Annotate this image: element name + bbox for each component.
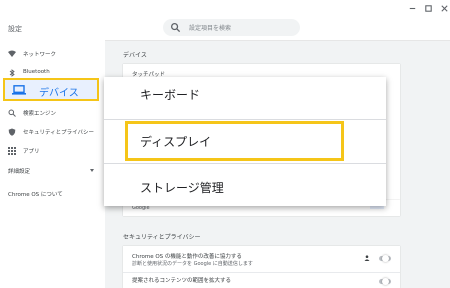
toggle-knob — [382, 255, 389, 262]
section-heading-privacy: セキュリティとプライバシー — [123, 234, 201, 241]
shield-icon — [8, 128, 16, 136]
sidebar-item-label: デバイス — [39, 88, 79, 99]
sidebar-item-label: セキュリティとプライバシー — [23, 130, 95, 136]
minimize-icon[interactable] — [408, 4, 417, 13]
sidebar-item-label: Bluetooth — [23, 69, 50, 75]
sidebar-item-label: Chrome OS について — [8, 192, 63, 198]
app-title: 設定 — [8, 25, 22, 33]
privacy-row-title: 提案されるコンテンツの範囲を拡大する — [132, 278, 232, 284]
toggle-knob — [382, 278, 389, 285]
bluetooth-icon — [9, 69, 15, 77]
apps-grid-icon — [8, 147, 16, 155]
sidebar-item-about[interactable]: Chrome OS について — [0, 185, 105, 203]
devices-submenu: キーボード ディスプレイ ストレージ管理 — [104, 77, 386, 206]
laptop-icon — [12, 85, 26, 95]
search-placeholder: 設定項目を検索 — [189, 25, 232, 32]
section-heading-devices: デバイス — [123, 52, 147, 59]
menu-item-keyboard[interactable]: キーボード — [104, 77, 386, 119]
menu-item-label: キーボード — [140, 88, 201, 102]
search-icon — [171, 23, 181, 33]
sidebar-item-label: 詳細設定 — [8, 169, 31, 175]
sidebar-item-label: アプリ — [23, 149, 40, 155]
person-icon — [364, 255, 370, 261]
privacy-card: Chrome OS の機能と動作の改善に協力する 診断と使用状況のデータを Go… — [123, 246, 400, 288]
sidebar-item-network[interactable]: ネットワーク — [0, 45, 105, 63]
highlight-box — [125, 121, 344, 161]
privacy-row-sub: 診断と使用状況のデータを Google に自動送信します — [132, 261, 253, 267]
sidebar-item-devices[interactable]: デバイス — [3, 78, 99, 101]
sidebar-item-advanced[interactable]: 詳細設定 — [0, 162, 105, 180]
sidebar-item-label: ネットワーク — [23, 52, 57, 58]
top-bar: 設定 設定項目を検索 — [0, 0, 450, 41]
sidebar-item-search-engine[interactable]: 検索エンジン — [0, 104, 105, 122]
close-icon[interactable] — [440, 4, 449, 13]
search-box[interactable]: 設定項目を検索 — [163, 19, 300, 36]
sidebar-item-label: 検索エンジン — [23, 111, 57, 117]
sidebar-item-security[interactable]: セキュリティとプライバシー — [0, 123, 105, 141]
privacy-row-title: Chrome OS の機能と動作の改善に協力する — [132, 254, 242, 260]
divider — [123, 272, 400, 273]
maximize-icon[interactable] — [424, 4, 433, 13]
menu-item-storage[interactable]: ストレージ管理 — [104, 164, 386, 206]
chevron-down-icon — [90, 169, 94, 172]
menu-item-label: ストレージ管理 — [140, 181, 224, 195]
search-icon — [8, 109, 16, 117]
wifi-icon — [8, 50, 16, 57]
sidebar-item-apps[interactable]: アプリ — [0, 142, 105, 160]
